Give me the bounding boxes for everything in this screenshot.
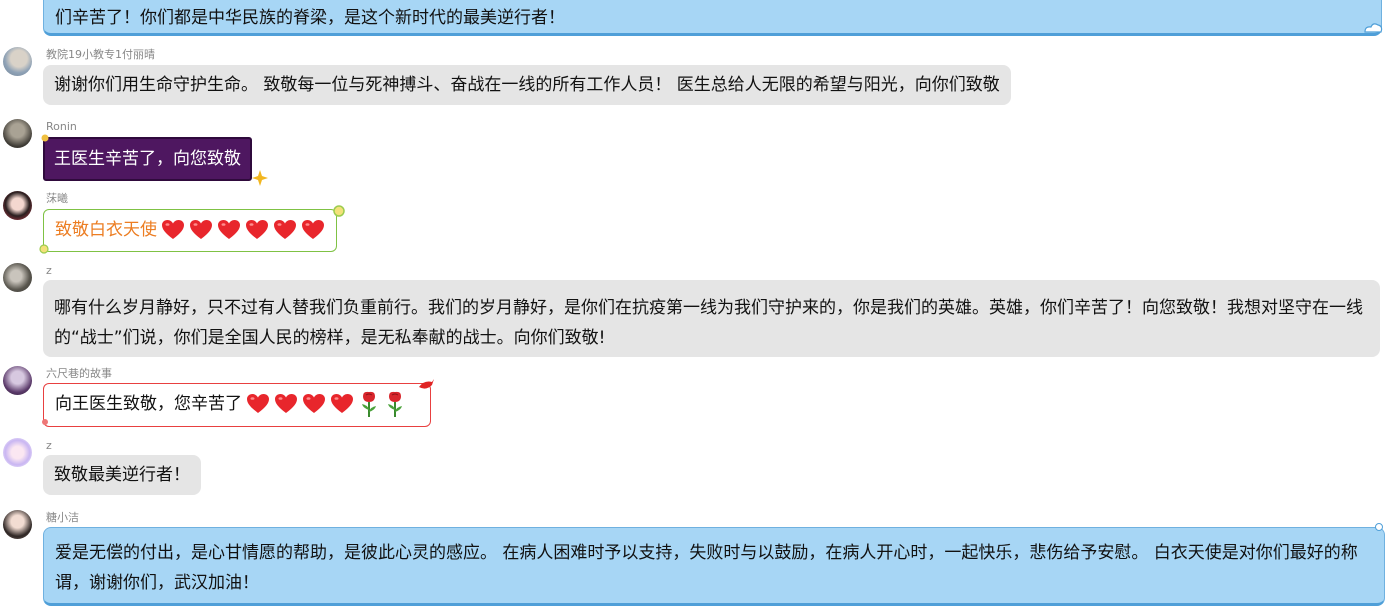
username: 六尺巷的故事 — [46, 367, 112, 380]
message-bubble: 谢谢你们用生命守护生命。 致敬每一位与死神搏斗、奋战在一线的所有工作人员！ 医生… — [43, 65, 1011, 105]
bird-icon — [419, 379, 434, 389]
flower-icon — [333, 205, 345, 217]
message-bubble: 王医生辛苦了，向您致敬 — [43, 137, 252, 181]
avatar[interactable] — [3, 438, 32, 467]
message-bubble: 们辛苦了！你们都是中华民族的脊梁，是这个新时代的最美逆行者！ — [43, 0, 1382, 36]
message-bubble: 向王医生致敬，您辛苦了 — [43, 383, 431, 427]
message-text: 致敬白衣天使 — [55, 220, 157, 240]
rose-emoji-icon — [388, 391, 402, 417]
cloud-decoration-icon — [1364, 23, 1383, 33]
username: z — [46, 439, 52, 452]
cloud-decoration-icon — [1375, 523, 1383, 531]
avatar[interactable] — [3, 47, 32, 76]
username: 教院19小教专1付丽晴 — [46, 48, 155, 61]
username: Ronin — [46, 120, 77, 133]
flower-icon — [39, 244, 49, 254]
message-text: 爱是无偿的付出，是心甘情愿的帮助，是彼此心灵的感应。 在病人困难时予以支持，失败… — [55, 543, 1358, 593]
message-text: 向王医生致敬，您辛苦了 — [55, 394, 242, 414]
message-text: 致敬最美逆行者！ — [54, 465, 190, 485]
heart-emoji-icon — [331, 394, 353, 413]
message-text: 们辛苦了！你们都是中华民族的脊梁，是这个新时代的最美逆行者！ — [55, 8, 565, 28]
message-bubble: 致敬最美逆行者！ — [43, 455, 201, 495]
heart-emoji-icon — [274, 220, 296, 239]
sparkle-icon — [41, 134, 49, 142]
heart-emoji-icon — [275, 394, 297, 413]
heart-emoji-icon — [246, 220, 268, 239]
avatar[interactable] — [3, 119, 32, 148]
username: z — [46, 264, 52, 277]
avatar[interactable] — [3, 263, 32, 292]
message-bubble: 哪有什么岁月静好，只不过有人替我们负重前行。我们的岁月静好，是你们在抗疫第一线为… — [43, 280, 1380, 357]
message-text: 哪有什么岁月静好，只不过有人替我们负重前行。我们的岁月静好，是你们在抗疫第一线为… — [54, 298, 1363, 348]
heart-emoji-icon — [303, 394, 325, 413]
sun-sparkle-icon — [252, 170, 268, 186]
heart-emoji-icon — [218, 220, 240, 239]
heart-emoji-icon — [302, 220, 324, 239]
avatar[interactable] — [3, 510, 32, 539]
message-bubble: 爱是无偿的付出，是心甘情愿的帮助，是彼此心灵的感应。 在病人困难时予以支持，失败… — [43, 527, 1385, 606]
username: 糖小洁 — [46, 511, 79, 524]
username: 莯曦 — [46, 192, 68, 205]
heart-emoji-icon — [162, 220, 184, 239]
avatar[interactable] — [3, 191, 32, 220]
leaf-icon — [42, 419, 48, 425]
avatar[interactable] — [3, 366, 32, 395]
message-text: 王医生辛苦了，向您致敬 — [54, 149, 241, 169]
message-text: 谢谢你们用生命守护生命。 致敬每一位与死神搏斗、奋战在一线的所有工作人员！ 医生… — [54, 75, 1000, 95]
heart-emoji-icon — [190, 220, 212, 239]
message-bubble: 致敬白衣天使 — [43, 209, 337, 252]
heart-emoji-icon — [247, 394, 269, 413]
rose-emoji-icon — [362, 391, 376, 417]
